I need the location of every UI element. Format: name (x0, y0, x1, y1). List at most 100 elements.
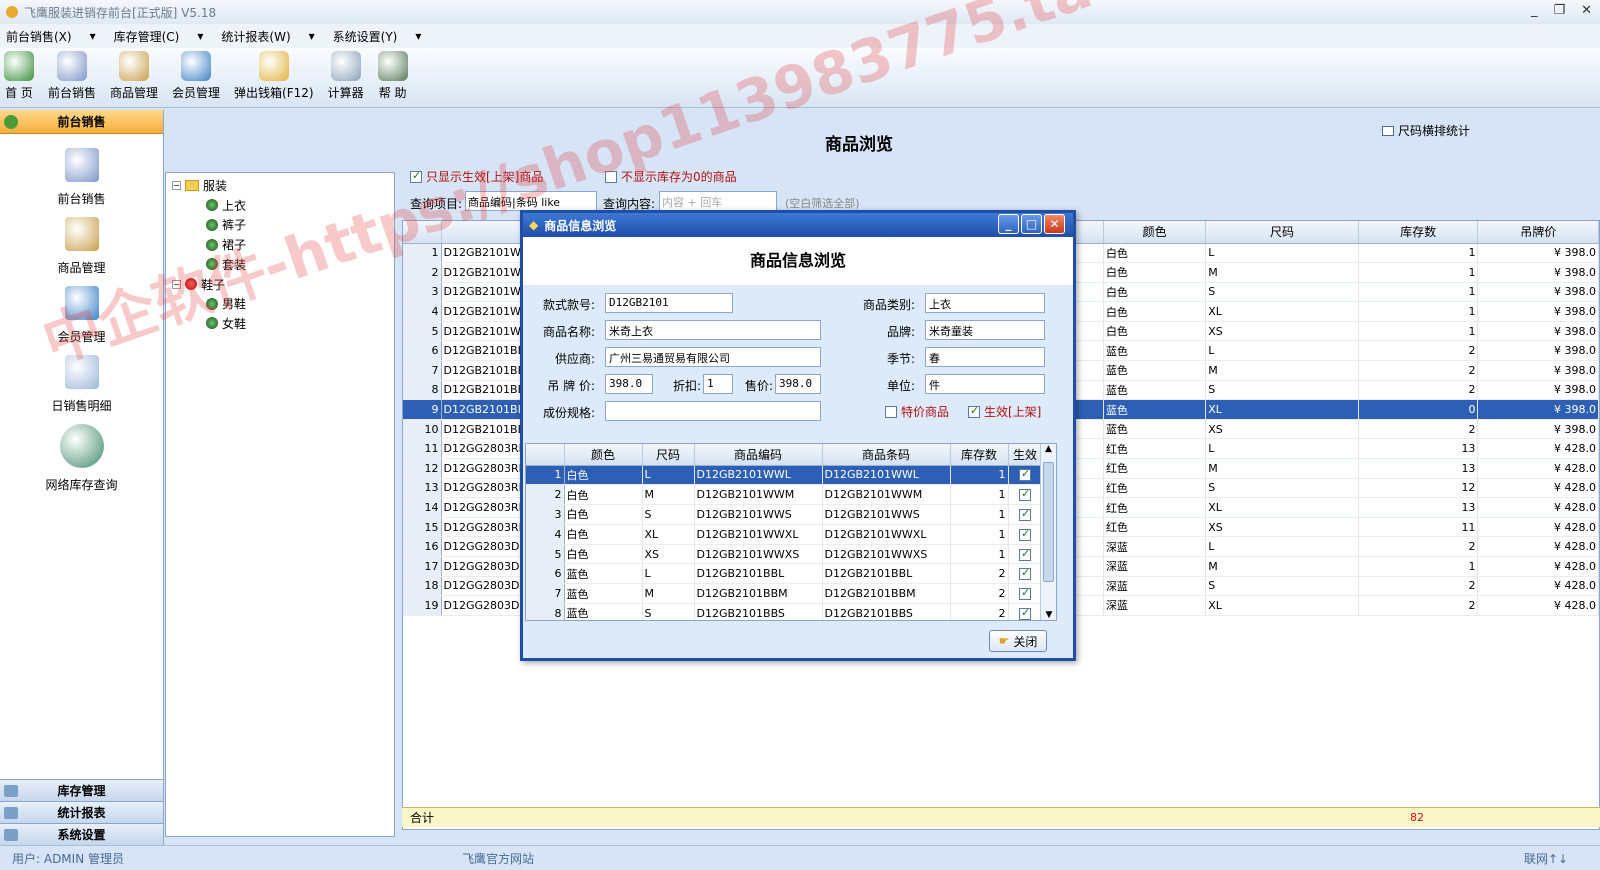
chevron-down-icon[interactable]: ▾ (415, 29, 421, 43)
sku-column-header[interactable]: 生效 (1008, 444, 1043, 466)
sku-row[interactable]: 3 白色 S D12GB2101WWS D12GB2101WWS 1 (526, 504, 1043, 525)
official-site-link[interactable]: 飞鹰官方网站 (462, 850, 534, 867)
tree-node[interactable]: 上衣 (206, 197, 246, 214)
chevron-down-icon[interactable]: ▾ (90, 29, 96, 43)
maximize-button[interactable]: ❐ (1553, 3, 1565, 18)
tree-node[interactable]: 男鞋 (206, 295, 246, 312)
collapse-icon[interactable]: − (172, 181, 181, 190)
grid-column-header[interactable]: 尺码 (1205, 221, 1359, 244)
sidebar-group-report[interactable]: 统计报表 (0, 801, 163, 823)
sidebar-item-0[interactable]: 前台销售 (0, 148, 163, 207)
active-cell[interactable] (1008, 544, 1043, 565)
checkbox-icon[interactable] (605, 170, 617, 183)
close-button[interactable]: ☛ 关闭 (989, 630, 1047, 652)
sku-row[interactable]: 1 白色 L D12GB2101WWL D12GB2101WWL 1 (526, 465, 1043, 486)
scroll-thumb[interactable] (1043, 462, 1054, 582)
query-select[interactable]: 商品编码|条码 like (465, 191, 597, 211)
checkbox-icon[interactable] (885, 405, 897, 418)
menu-sales[interactable]: 前台销售(X) (6, 28, 72, 45)
checkbox-icon[interactable] (1019, 507, 1031, 521)
grid-column-header[interactable]: 库存数 (1358, 221, 1479, 244)
composition-field[interactable] (605, 401, 821, 421)
sidebar-group-settings[interactable]: 系统设置 (0, 823, 163, 845)
dialog-close-x-button[interactable]: ✕ (1044, 214, 1065, 234)
grid-column-header[interactable]: 颜色 (1103, 221, 1207, 244)
chevron-down-icon[interactable]: ▾ (309, 29, 315, 43)
menu-report[interactable]: 统计报表(W) (221, 28, 290, 45)
grid-column-header[interactable]: 吊牌价 (1477, 221, 1599, 244)
toolbar-button-3[interactable]: 会员管理 (172, 51, 220, 107)
active-cell[interactable] (1008, 583, 1043, 605)
toolbar-button-0[interactable]: 首 页 (4, 51, 34, 107)
sku-column-header[interactable]: 颜色 (564, 444, 643, 466)
tree-node[interactable]: 裤子 (206, 216, 246, 233)
active-cell[interactable] (1008, 484, 1043, 506)
active-checkbox[interactable]: 生效[上架] (968, 403, 1041, 420)
scroll-down-icon[interactable]: ▼ (1041, 610, 1056, 620)
sku-column-header[interactable]: 库存数 (950, 444, 1009, 466)
active-cell[interactable] (1008, 504, 1043, 525)
toolbar-button-4[interactable]: 弹出钱箱(F12) (234, 51, 314, 107)
tree-node[interactable]: 裙子 (206, 236, 246, 253)
checkbox-icon[interactable] (1019, 586, 1031, 601)
active-cell[interactable] (1008, 603, 1043, 620)
sku-column-header[interactable]: 尺码 (642, 444, 695, 466)
toolbar-button-6[interactable]: 帮 助 (377, 51, 408, 107)
brand-field[interactable]: 米奇童装 (925, 320, 1045, 340)
tree-node[interactable]: − 服装 (172, 177, 227, 194)
chevron-down-icon[interactable]: ▾ (197, 29, 203, 43)
checkbox-icon[interactable] (1019, 467, 1031, 482)
category-field[interactable]: 上衣 (925, 293, 1045, 313)
sku-row[interactable]: 8 蓝色 S D12GB2101BBS D12GB2101BBS 2 (526, 603, 1043, 620)
query-input[interactable]: 内容 + 回车 (659, 191, 777, 211)
active-cell[interactable] (1008, 563, 1043, 585)
toolbar-button-2[interactable]: 商品管理 (110, 51, 158, 107)
sku-row[interactable]: 6 蓝色 L D12GB2101BBL D12GB2101BBL 2 (526, 563, 1043, 585)
dialog-maximize-button[interactable]: □ (1021, 214, 1042, 234)
checkbox-icon[interactable] (410, 169, 422, 183)
sidebar-item-4[interactable]: 网络库存查询 (0, 424, 163, 493)
active-cell[interactable] (1008, 465, 1043, 486)
sidebar-item-3[interactable]: 日销售明细 (0, 355, 163, 414)
season-field[interactable]: 春 (925, 347, 1045, 367)
sidebar-item-1[interactable]: 商品管理 (0, 217, 163, 276)
tree-node[interactable]: − 鞋子 (172, 276, 225, 293)
dialog-minimize-button[interactable]: _ (998, 214, 1019, 234)
close-window-button[interactable]: ✕ (1581, 3, 1592, 18)
toolbar-button-5[interactable]: 计算器 (328, 51, 364, 107)
sidebar-item-2[interactable]: 会员管理 (0, 286, 163, 345)
sku-row[interactable]: 7 蓝色 M D12GB2101BBM D12GB2101BBM 2 (526, 583, 1043, 605)
sku-grid-scrollbar[interactable]: ▲ ▼ (1040, 444, 1056, 620)
filter-zero-checkbox[interactable]: 不显示库存为0的商品 (605, 168, 737, 185)
checkbox-icon[interactable] (1019, 606, 1031, 620)
toolbar-button-1[interactable]: 前台销售 (48, 51, 96, 107)
sku-column-header[interactable]: 商品条码 (822, 444, 951, 466)
menu-settings[interactable]: 系统设置(Y) (333, 28, 398, 45)
sku-row[interactable]: 4 白色 XL D12GB2101WWXL D12GB2101WWXL 1 (526, 524, 1043, 545)
sidebar-group-stock[interactable]: 库存管理 (0, 779, 163, 801)
checkbox-icon[interactable] (1019, 547, 1031, 561)
size-stat-button[interactable]: 尺码横排统计 (1381, 122, 1470, 139)
collapse-icon[interactable]: − (172, 279, 181, 289)
tree-node[interactable]: 套装 (206, 256, 246, 273)
checkbox-icon[interactable] (968, 404, 980, 418)
sku-column-header[interactable]: 商品编码 (694, 444, 823, 466)
supplier-field[interactable]: 广州三易通贸易有限公司 (605, 347, 821, 367)
checkbox-icon[interactable] (1019, 566, 1031, 581)
unit-field[interactable]: 件 (925, 374, 1045, 394)
style-no-field[interactable]: D12GB2101 (605, 293, 733, 313)
minimize-button[interactable]: _ (1531, 3, 1538, 18)
filter-active-checkbox[interactable]: 只显示生效[上架]商品 (410, 168, 543, 185)
name-field[interactable]: 米奇上衣 (605, 320, 821, 340)
sidebar-header[interactable]: 前台销售 (0, 110, 163, 134)
sku-row[interactable]: 2 白色 M D12GB2101WWM D12GB2101WWM 1 (526, 484, 1043, 506)
scroll-up-icon[interactable]: ▲ (1041, 444, 1056, 454)
checkbox-icon[interactable] (1019, 487, 1031, 502)
checkbox-icon[interactable] (1019, 527, 1031, 541)
active-cell[interactable] (1008, 524, 1043, 545)
tree-node[interactable]: 女鞋 (206, 315, 246, 332)
menu-stock[interactable]: 库存管理(C) (114, 28, 180, 45)
special-checkbox[interactable]: 特价商品 (885, 403, 949, 420)
sale-price-field[interactable]: 398.0 (775, 374, 821, 394)
sku-row[interactable]: 5 白色 XS D12GB2101WWXS D12GB2101WWXS 1 (526, 544, 1043, 565)
